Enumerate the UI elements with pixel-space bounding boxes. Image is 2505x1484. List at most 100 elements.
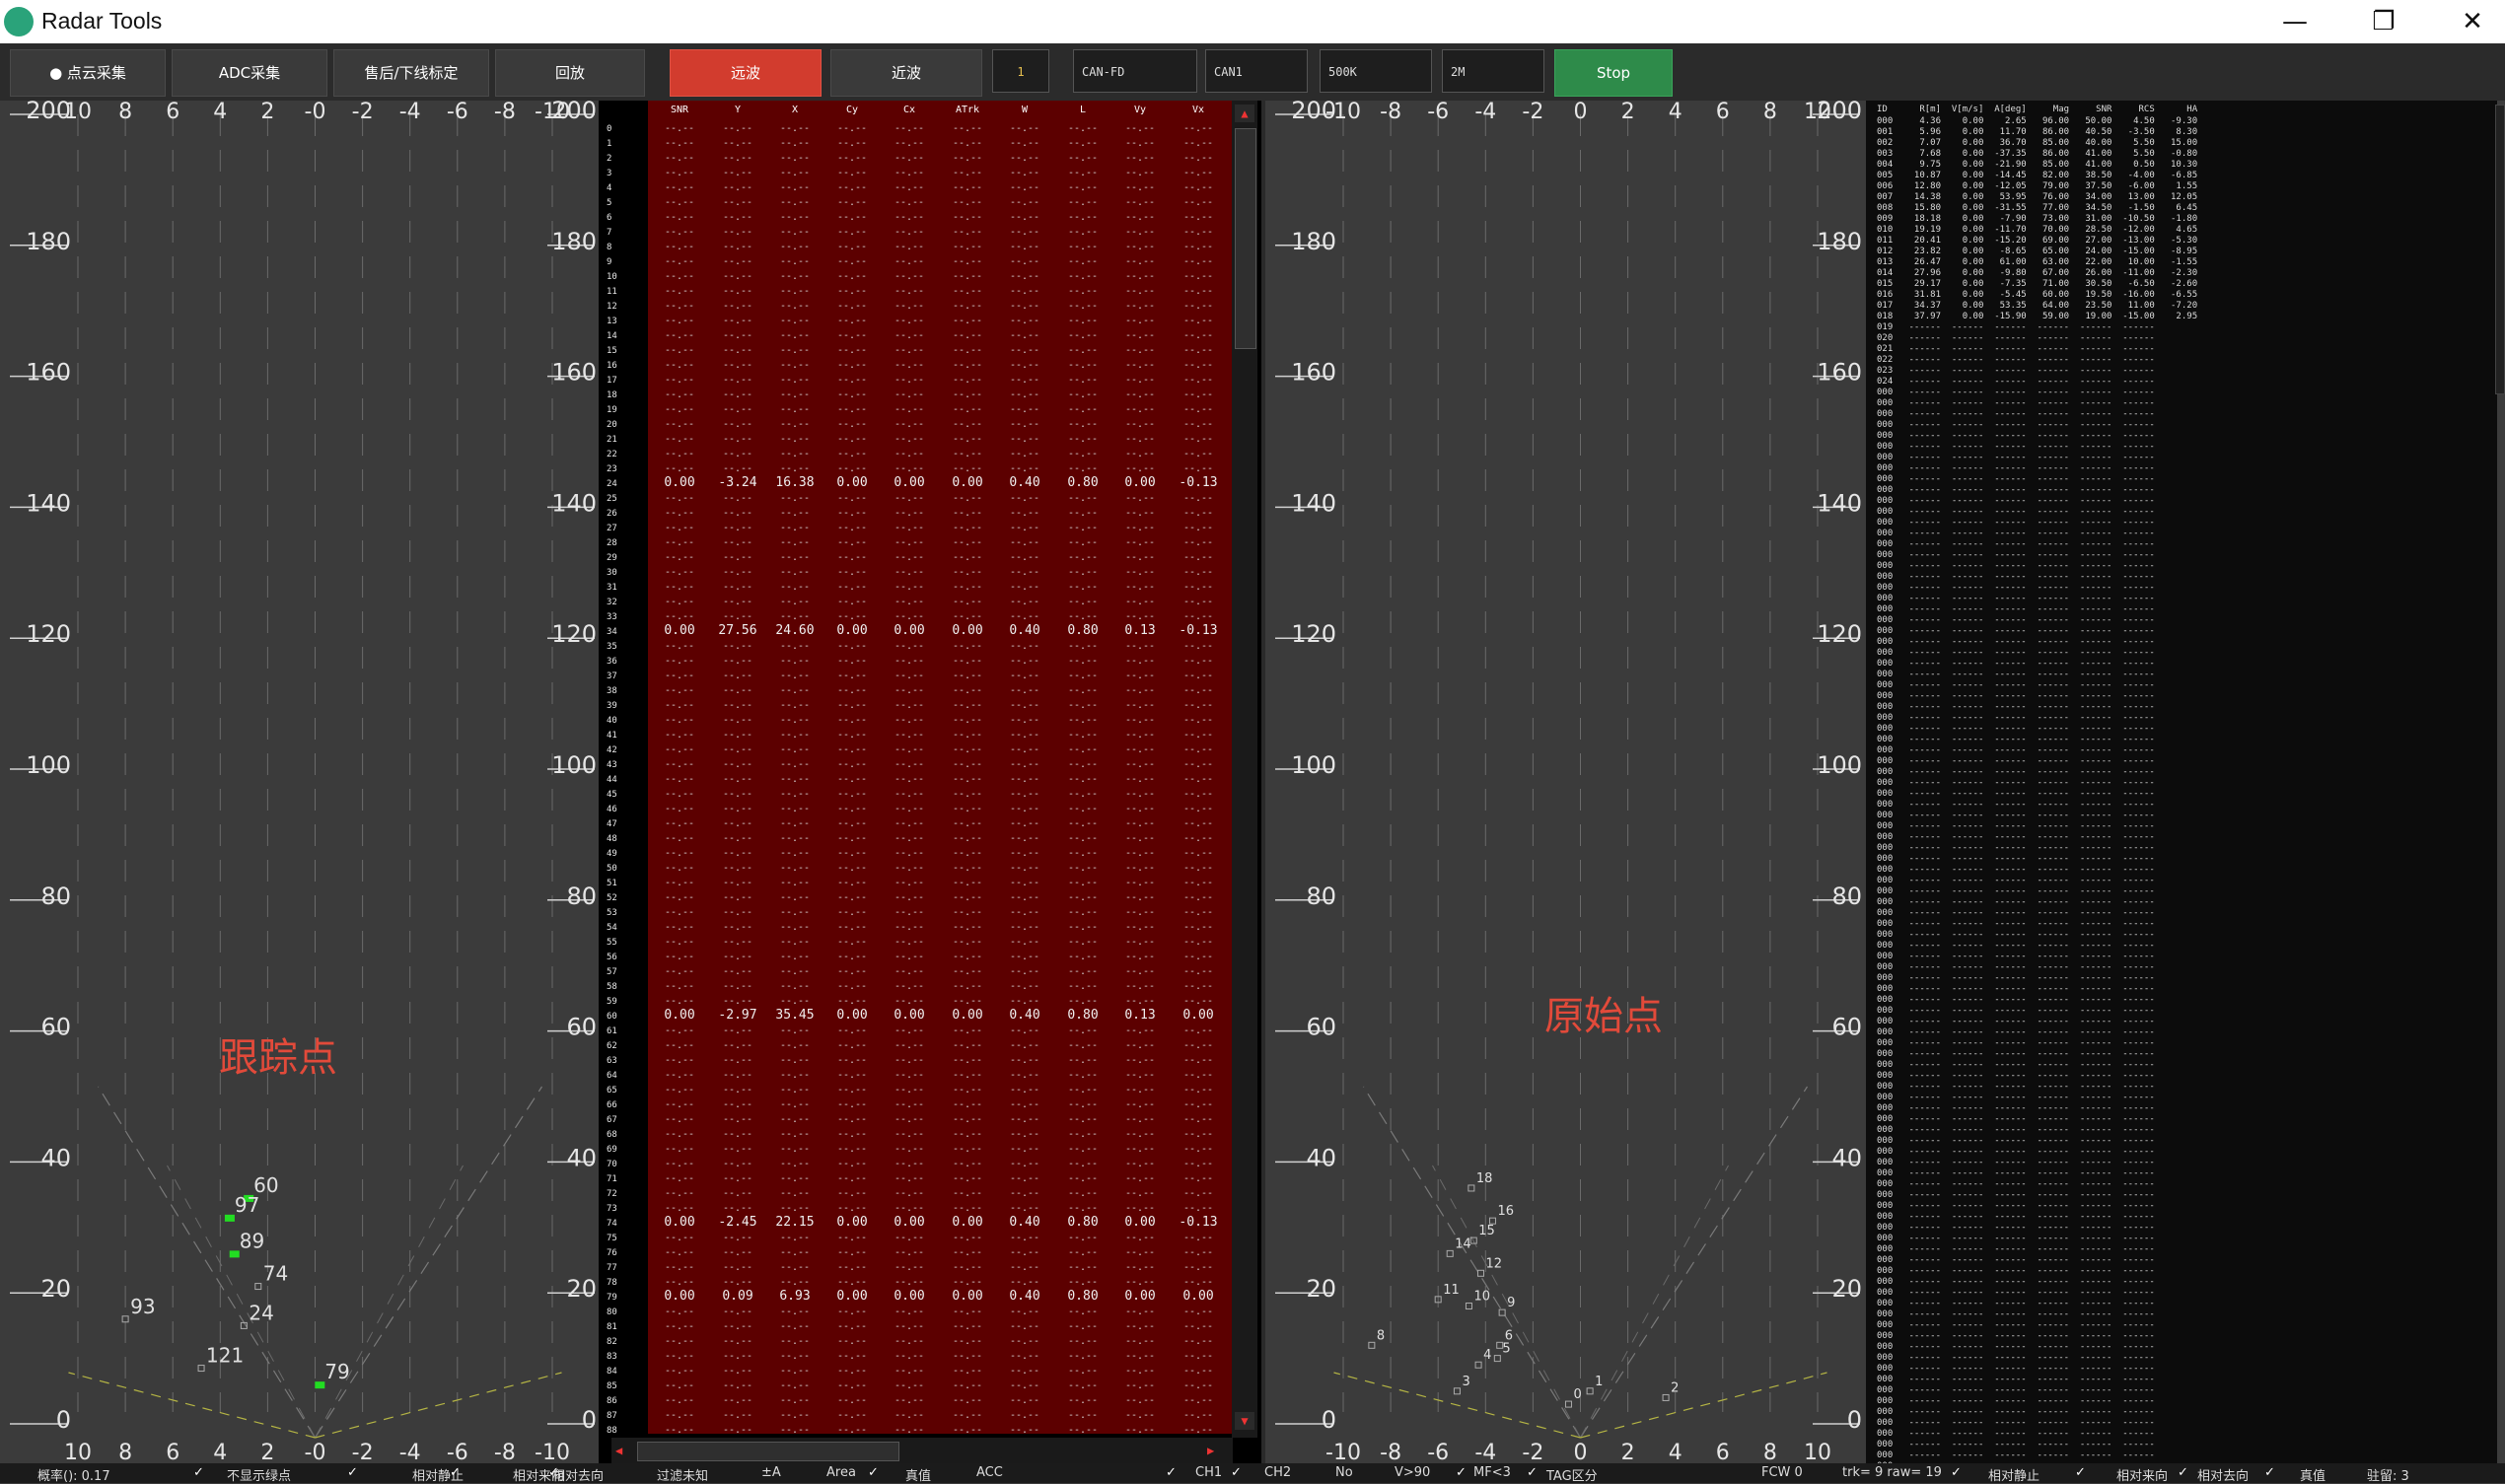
tracked-points-radar[interactable]: 20 0 20 0 180 180 160 160 140 140 120 120 100 100 80 80… bbox=[0, 101, 599, 1463]
scroll-left-arrow-icon[interactable]: ◀ bbox=[615, 1441, 633, 1460]
track-table-cell: --.-- bbox=[723, 1366, 752, 1377]
track-table-cell: --.-- bbox=[837, 597, 867, 607]
restore-button[interactable]: ❐ bbox=[2339, 0, 2428, 43]
track-table-cell: --.-- bbox=[1068, 1129, 1098, 1140]
track-table-cell: --.-- bbox=[1010, 330, 1039, 341]
track-table-cell: --.-- bbox=[837, 1277, 867, 1288]
track-table-cell: --.-- bbox=[1010, 685, 1039, 696]
stop-button[interactable]: Stop bbox=[1554, 49, 1673, 97]
calibration-button[interactable]: 售后/下线标定 bbox=[333, 49, 489, 97]
playback-button[interactable]: 回放 bbox=[495, 49, 645, 97]
track-table-cell: --.-- bbox=[1125, 1144, 1155, 1155]
track-table-row-index: 15 bbox=[607, 346, 617, 356]
track-table-cell: --.-- bbox=[1125, 715, 1155, 726]
right-radar-point bbox=[1493, 1355, 1501, 1363]
protocol-field[interactable]: CAN-FD bbox=[1073, 49, 1197, 93]
checkbox-check-icon[interactable]: ✓ bbox=[2178, 1465, 2188, 1480]
track-table-cell: --.-- bbox=[1125, 493, 1155, 504]
status-item: 过滤未知 bbox=[657, 1469, 709, 1484]
track-table-cell: --.-- bbox=[665, 671, 694, 681]
track-table-cell: --.-- bbox=[1183, 301, 1213, 312]
checkbox-check-icon[interactable]: ✓ bbox=[868, 1465, 879, 1480]
status-item: V>90 bbox=[1395, 1465, 1431, 1480]
track-table-cell: --.-- bbox=[723, 1351, 752, 1362]
track-table-cell: --.-- bbox=[780, 316, 810, 326]
left-radar-y-tick-label: 140 bbox=[26, 489, 71, 517]
track-table-row-index: 27 bbox=[607, 524, 617, 533]
track-table-cell: --.-- bbox=[1068, 182, 1098, 193]
track-table-cell: --.-- bbox=[780, 818, 810, 829]
track-table-cell: --.-- bbox=[837, 818, 867, 829]
track-table-cell: --.-- bbox=[665, 227, 694, 238]
checkbox-check-icon[interactable]: ✓ bbox=[1527, 1465, 1538, 1480]
track-table-cell: --.-- bbox=[895, 1247, 924, 1258]
near-wave-button[interactable]: 近波 bbox=[830, 49, 982, 97]
raw-points-radar[interactable]: 200 200180 180160 160140 140120 120100 10080 80… bbox=[1265, 101, 1866, 1463]
track-table-cell: --.-- bbox=[665, 508, 694, 519]
track-table-cell: --.-- bbox=[665, 1203, 694, 1214]
point-cloud-capture-button[interactable]: ● 点云采集 bbox=[10, 49, 166, 97]
track-table-cell: --.-- bbox=[1068, 1085, 1098, 1095]
raw-list-scrollbar[interactable] bbox=[2495, 105, 2505, 394]
checkbox-check-icon[interactable]: ✓ bbox=[2264, 1465, 2275, 1480]
checkbox-check-icon[interactable]: ✓ bbox=[1456, 1465, 1467, 1480]
track-table-cell: 0.80 bbox=[1067, 1289, 1098, 1304]
track-table-cell: --.-- bbox=[665, 493, 694, 504]
track-table-cell: --.-- bbox=[953, 966, 982, 977]
checkbox-check-icon[interactable]: ✓ bbox=[347, 1465, 358, 1480]
track-table-cell: --.-- bbox=[780, 123, 810, 134]
track-table-cell: --.-- bbox=[780, 227, 810, 238]
track-table-cell: --.-- bbox=[723, 952, 752, 962]
can-channel-field[interactable]: CAN1 bbox=[1205, 49, 1308, 93]
track-table-cell: --.-- bbox=[837, 271, 867, 282]
track-table-cell: --.-- bbox=[780, 700, 810, 711]
track-table-cell: --.-- bbox=[1010, 789, 1039, 800]
track-table[interactable]: SNR Y X Cy Cx ATrk W L Vy Vx 0 --.-- --.-- --.-- --.--… bbox=[599, 101, 1232, 1438]
track-table-cell: --.-- bbox=[953, 892, 982, 903]
channel-counter[interactable]: 1 bbox=[992, 49, 1049, 93]
checkbox-check-icon[interactable]: ✓ bbox=[1166, 1465, 1177, 1480]
track-table-cell: --.-- bbox=[1125, 1351, 1155, 1362]
track-table-cell: --.-- bbox=[837, 641, 867, 652]
left-radar-x-tick-label-top: -6 bbox=[447, 101, 468, 124]
horizontal-scroll-thumb[interactable] bbox=[637, 1442, 899, 1461]
scroll-down-arrow-icon[interactable]: ▼ bbox=[1235, 1412, 1254, 1430]
track-table-cell: --.-- bbox=[1125, 168, 1155, 178]
checkbox-check-icon[interactable]: ✓ bbox=[1951, 1465, 1962, 1480]
far-wave-button[interactable]: 远波 bbox=[670, 49, 822, 97]
track-table-cell: --.-- bbox=[780, 597, 810, 607]
track-table-cell: --.-- bbox=[837, 463, 867, 474]
track-table-row-index: 7 bbox=[607, 228, 611, 238]
baud-rate-field[interactable]: 500K bbox=[1320, 49, 1432, 93]
track-table-cell: --.-- bbox=[1068, 301, 1098, 312]
scroll-up-arrow-icon[interactable]: ▲ bbox=[1235, 105, 1254, 122]
track-table-cell: --.-- bbox=[1183, 1410, 1213, 1421]
checkbox-check-icon[interactable]: ✓ bbox=[2075, 1465, 2086, 1480]
track-table-cell: --.-- bbox=[1068, 1380, 1098, 1391]
scroll-right-arrow-icon[interactable]: ▶ bbox=[1207, 1441, 1225, 1460]
track-table-cell: --.-- bbox=[953, 316, 982, 326]
track-table-cell: --.-- bbox=[953, 685, 982, 696]
adc-capture-button[interactable]: ADC采集 bbox=[172, 49, 327, 97]
track-table-cell: 0.00 bbox=[836, 1215, 867, 1230]
right-radar-point-label: 12 bbox=[1485, 1256, 1502, 1271]
track-table-vertical-scrollbar[interactable]: ▲ ▼ bbox=[1232, 101, 1257, 1438]
close-button[interactable]: ✕ bbox=[2428, 0, 2505, 43]
track-table-cell: --.-- bbox=[1068, 1307, 1098, 1317]
track-table-cell: --.-- bbox=[1010, 1188, 1039, 1199]
track-table-cell: --.-- bbox=[665, 153, 694, 164]
checkbox-check-icon[interactable]: ✓ bbox=[193, 1465, 204, 1480]
track-table-cell: --.-- bbox=[780, 1085, 810, 1095]
track-table-cell: --.-- bbox=[1125, 656, 1155, 667]
window-title: Radar Tools bbox=[41, 8, 163, 34]
track-table-horizontal-scrollbar[interactable]: ◀ ▶ bbox=[611, 1438, 1233, 1463]
checkbox-check-icon[interactable]: ✓ bbox=[1231, 1465, 1242, 1480]
track-table-cell: --.-- bbox=[895, 567, 924, 578]
minimize-button[interactable]: — bbox=[2251, 0, 2339, 43]
left-radar-point bbox=[197, 1365, 205, 1373]
checkbox-check-icon[interactable]: ✓ bbox=[450, 1465, 461, 1480]
vertical-scroll-thumb[interactable] bbox=[1235, 128, 1256, 349]
track-table-cell: --.-- bbox=[837, 700, 867, 711]
data-rate-field[interactable]: 2M bbox=[1442, 49, 1544, 93]
track-table-cell: --.-- bbox=[1010, 1129, 1039, 1140]
